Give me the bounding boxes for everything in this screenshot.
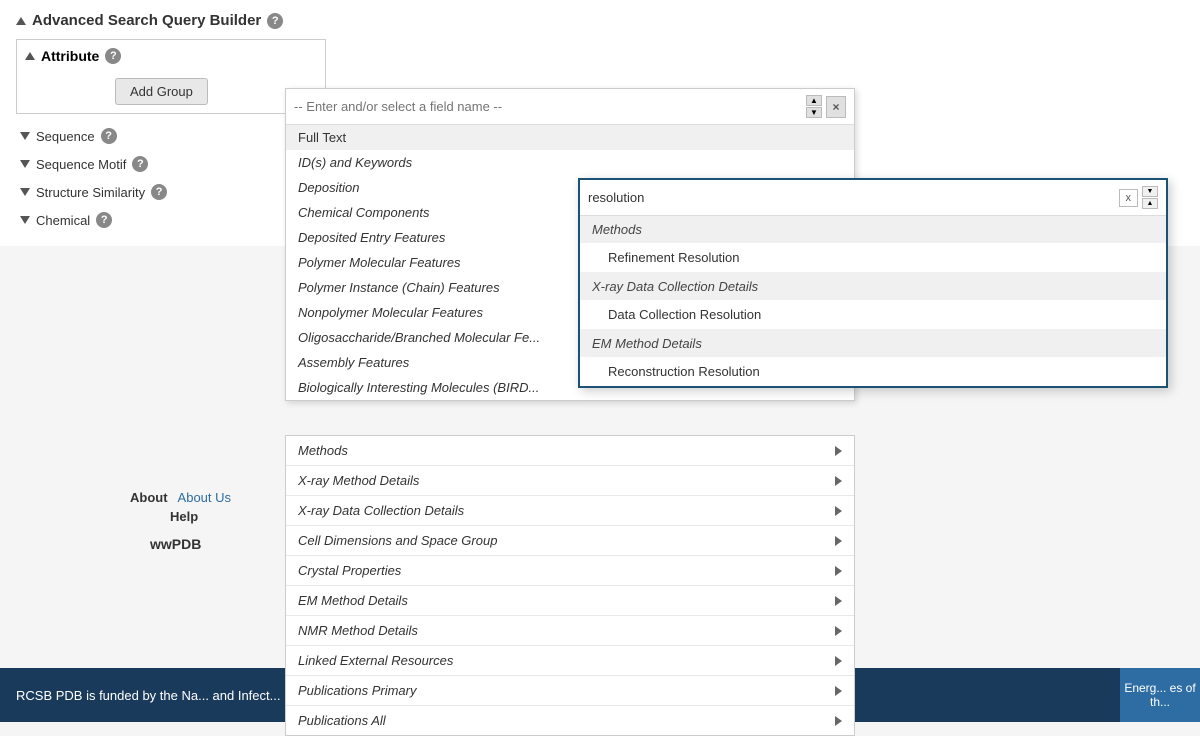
chemical-help-icon[interactable]: ? [96,212,112,228]
attribute-collapse-icon [25,52,35,60]
resolution-item-refinement[interactable]: Refinement Resolution [580,243,1166,273]
sidebar-item-sequence-motif-label: Sequence Motif [36,157,126,172]
dropdown-row-nmr-method[interactable]: NMR Method Details [286,616,854,646]
help-label: Help [170,509,198,524]
xray-collection-arrow-icon [835,506,842,516]
sequence-motif-help-icon[interactable]: ? [132,156,148,172]
dropdown-row-em-method[interactable]: EM Method Details [286,586,854,616]
footer-right-text: Energ... es of th... [1124,681,1196,709]
dropdown-row-linked-external[interactable]: Linked External Resources [286,646,854,676]
advanced-search-header[interactable]: Advanced Search Query Builder ? [16,12,1184,29]
resolution-clear-button[interactable]: x [1119,189,1139,207]
resolution-item-data-collection[interactable]: Data Collection Resolution [580,300,1166,330]
add-group-button[interactable]: Add Group [115,78,208,105]
page-title: Advanced Search Query Builder [32,12,261,29]
collapse-icon [16,17,26,25]
dropdown-row-publications-primary[interactable]: Publications Primary [286,676,854,706]
dropdown-row-publications-all-label: Publications All [298,713,386,728]
attribute-header: Attribute ? [25,48,317,64]
dropdown-row-methods[interactable]: Methods [286,436,854,466]
field-search-input[interactable] [294,99,802,114]
dropdown-item-ids-keywords[interactable]: ID(s) and Keywords [286,150,854,175]
header-help-icon[interactable]: ? [267,13,283,29]
methods-arrow-icon [835,446,842,456]
xray-method-arrow-icon [835,476,842,486]
sort-up-button[interactable]: ▲ [806,95,822,106]
nmr-method-arrow-icon [835,626,842,636]
sequence-expand-icon [20,132,30,140]
field-clear-button[interactable]: × [826,96,846,118]
resolution-search-bar: x ▼ ▲ [580,180,1166,216]
attribute-section: Attribute ? Add Group [16,39,326,114]
em-method-arrow-icon [835,596,842,606]
crystal-arrow-icon [835,566,842,576]
dropdown-item-full-text[interactable]: Full Text [286,125,854,150]
about-us-link[interactable]: About Us [178,490,231,505]
dropdown-row-publications-all[interactable]: Publications All [286,706,854,735]
resolution-group-methods: Methods [580,216,1166,243]
resolution-group-xray-collection: X-ray Data Collection Details [580,273,1166,300]
linked-external-arrow-icon [835,656,842,666]
dropdown-row-xray-collection-label: X-ray Data Collection Details [298,503,464,518]
dropdown-row-xray-collection[interactable]: X-ray Data Collection Details [286,496,854,526]
about-help-section: About About Us Help wwPDB [130,490,231,556]
resolution-popup: x ▼ ▲ Methods Refinement Resolution X-ra… [578,178,1168,388]
about-row: About About Us [130,490,231,505]
attribute-help-icon[interactable]: ? [105,48,121,64]
wwpdb-label: wwPDB [150,536,201,552]
dropdown-row-nmr-method-label: NMR Method Details [298,623,418,638]
resolution-sort-buttons: ▼ ▲ [1142,186,1158,209]
sequence-help-icon[interactable]: ? [101,128,117,144]
dropdown-rows-section: Methods X-ray Method Details X-ray Data … [285,435,855,736]
dropdown-row-publications-primary-label: Publications Primary [298,683,417,698]
structure-similarity-expand-icon [20,188,30,196]
cell-dimensions-arrow-icon [835,536,842,546]
dropdown-row-cell-dimensions[interactable]: Cell Dimensions and Space Group [286,526,854,556]
attribute-label: Attribute [41,48,99,64]
sequence-motif-expand-icon [20,160,30,168]
dropdown-row-xray-method-label: X-ray Method Details [298,473,419,488]
sidebar-item-structure-similarity-label: Structure Similarity [36,185,145,200]
resolution-item-reconstruction[interactable]: Reconstruction Resolution [580,357,1166,386]
sidebar-item-sequence-label: Sequence [36,129,95,144]
dropdown-row-xray-method[interactable]: X-ray Method Details [286,466,854,496]
structure-similarity-help-icon[interactable]: ? [151,184,167,200]
resolution-sort-down-button[interactable]: ▼ [1142,186,1158,197]
publications-all-arrow-icon [835,716,842,726]
dropdown-row-crystal-label: Crystal Properties [298,563,401,578]
publications-primary-arrow-icon [835,686,842,696]
field-search-bar: ▲ ▼ × [286,89,854,125]
sort-down-button[interactable]: ▼ [806,107,822,118]
dropdown-row-linked-external-label: Linked External Resources [298,653,453,668]
dropdown-row-crystal[interactable]: Crystal Properties [286,556,854,586]
resolution-group-em-method: EM Method Details [580,330,1166,357]
footer-text: RCSB PDB is funded by the Na... and Infe… [16,688,280,703]
chemical-expand-icon [20,216,30,224]
about-label: About [130,490,168,505]
field-sort-buttons: ▲ ▼ [806,95,822,118]
help-row: Help [130,509,231,524]
dropdown-row-methods-label: Methods [298,443,348,458]
resolution-search-input[interactable] [588,190,1115,205]
dropdown-row-cell-dimensions-label: Cell Dimensions and Space Group [298,533,497,548]
sidebar-item-chemical-label: Chemical [36,213,90,228]
footer-right-section: Energ... es of th... [1120,668,1200,722]
dropdown-row-em-method-label: EM Method Details [298,593,408,608]
resolution-sort-up-button[interactable]: ▲ [1142,198,1158,209]
wwpdb-row: wwPDB [130,528,231,552]
